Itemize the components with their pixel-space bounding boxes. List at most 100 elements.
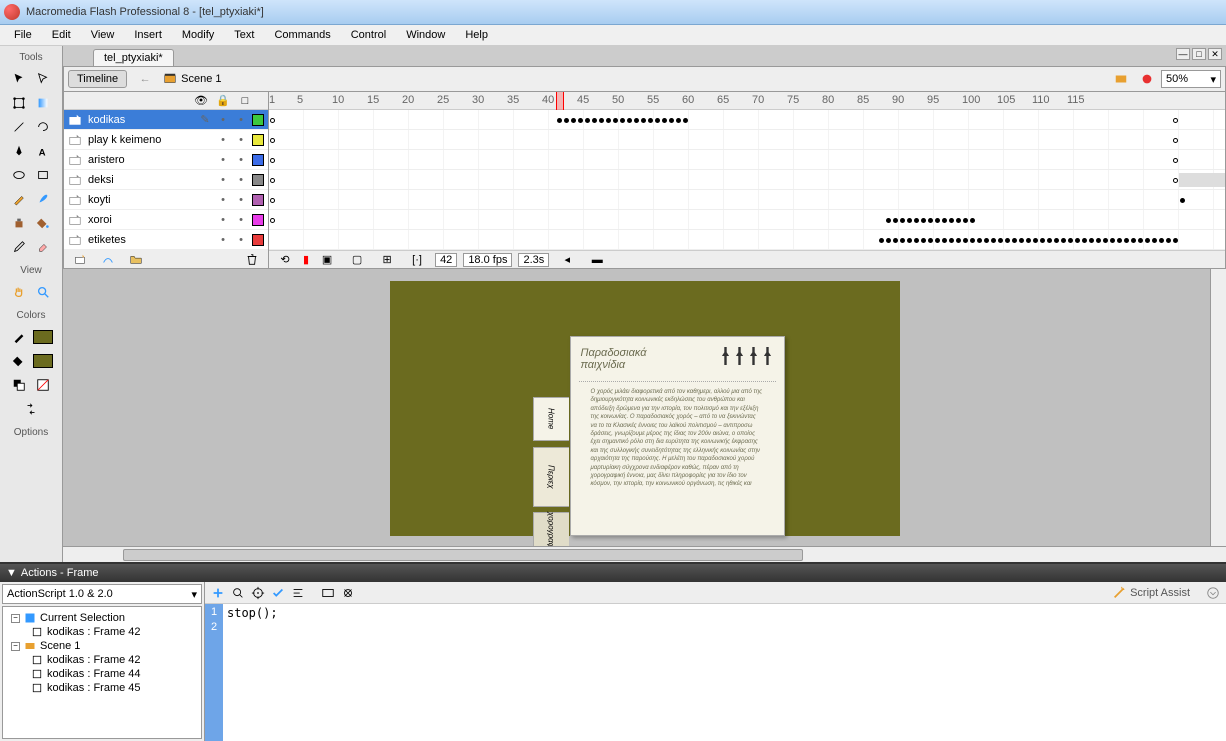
panel-menu-icon[interactable] <box>1204 584 1222 602</box>
tree-item[interactable]: kodikas : Frame 44 <box>47 668 141 680</box>
lock-dot[interactable]: • <box>234 154 248 166</box>
horizontal-scrollbar[interactable] <box>63 546 1226 562</box>
layer-row[interactable]: etiketes • • <box>64 230 268 250</box>
onion-marker-icon[interactable]: ▮ <box>303 253 309 266</box>
frame-row[interactable] <box>269 190 1225 210</box>
layer-color-swatch[interactable] <box>252 214 264 226</box>
menu-view[interactable]: View <box>81 27 125 43</box>
lock-icon[interactable]: 🔒 <box>216 94 230 107</box>
script-tree[interactable]: − Current Selection kodikas : Frame 42 −… <box>2 606 202 739</box>
layer-row[interactable]: koyti • • <box>64 190 268 210</box>
timeline-button[interactable]: Timeline <box>68 70 127 88</box>
visibility-dot[interactable]: • <box>216 134 230 146</box>
menu-file[interactable]: File <box>4 27 42 43</box>
scene-label[interactable]: Scene 1 <box>163 72 221 86</box>
stage-wrapper[interactable]: Home Περιεχ χορογραφίες Παραδοσιακά παιχ… <box>63 269 1226 546</box>
no-color-icon[interactable] <box>32 374 54 396</box>
lock-dot[interactable]: • <box>234 194 248 206</box>
tree-collapse-icon[interactable]: − <box>11 642 20 651</box>
pencil-tool-icon[interactable] <box>8 188 30 210</box>
add-script-icon[interactable] <box>209 584 227 602</box>
lock-dot[interactable]: • <box>234 234 248 246</box>
layer-color-swatch[interactable] <box>252 234 264 246</box>
auto-format-icon[interactable] <box>289 584 307 602</box>
edit-symbols-icon[interactable] <box>1136 68 1158 90</box>
tree-item[interactable]: kodikas : Frame 42 <box>47 654 141 666</box>
menu-help[interactable]: Help <box>455 27 498 43</box>
code-text[interactable]: stop(); <box>223 604 1226 741</box>
ink-bottle-tool-icon[interactable] <box>8 212 30 234</box>
stroke-swatch[interactable] <box>32 326 54 348</box>
fill-swatch[interactable] <box>32 350 54 372</box>
stage[interactable]: Home Περιεχ χορογραφίες Παραδοσιακά παιχ… <box>390 281 900 536</box>
back-arrow-icon[interactable]: ← <box>134 68 156 90</box>
gradient-transform-tool-icon[interactable] <box>32 92 54 114</box>
eraser-tool-icon[interactable] <box>32 236 54 258</box>
debug-options-icon[interactable] <box>339 584 357 602</box>
frame-ruler[interactable]: 1510152025303540455055606570758085909510… <box>269 92 1225 110</box>
actionscript-version-select[interactable]: ActionScript 1.0 & 2.0▾ <box>2 584 202 604</box>
modify-markers-icon[interactable]: [·] <box>406 249 428 269</box>
onion-outline-icon[interactable]: ▢ <box>346 249 368 269</box>
delete-layer-icon[interactable] <box>241 248 263 270</box>
new-folder-icon[interactable] <box>125 248 147 270</box>
selection-tool-icon[interactable] <box>8 68 30 90</box>
maximize-icon[interactable]: □ <box>1192 48 1206 60</box>
frames-column[interactable]: 1510152025303540455055606570758085909510… <box>269 92 1225 268</box>
layer-row[interactable]: play k keimeno • • <box>64 130 268 150</box>
minimize-icon[interactable]: — <box>1176 48 1190 60</box>
code-editor[interactable]: 1 2 stop(); <box>205 604 1226 741</box>
visibility-dot[interactable]: • <box>216 194 230 206</box>
visibility-dot[interactable]: • <box>216 214 230 226</box>
frame-row[interactable] <box>269 130 1225 150</box>
tree-scene[interactable]: Scene 1 <box>40 640 80 652</box>
pen-tool-icon[interactable] <box>8 140 30 162</box>
new-layer-icon[interactable] <box>69 248 91 270</box>
swap-colors-icon[interactable] <box>20 398 42 420</box>
zoom-select[interactable]: 50%▾ <box>1161 70 1221 88</box>
black-white-icon[interactable] <box>8 374 30 396</box>
zoom-tool-icon[interactable] <box>32 281 54 303</box>
layer-row[interactable]: xoroi • • <box>64 210 268 230</box>
collapse-triangle-icon[interactable]: ▼ <box>6 567 17 579</box>
visibility-dot[interactable]: • <box>216 154 230 166</box>
lock-dot[interactable]: • <box>234 214 248 226</box>
page-tab-periex[interactable]: Περιεχ <box>533 447 569 507</box>
page-tab-xorog[interactable]: χορογραφίες <box>533 512 569 546</box>
scroll-thumb-icon[interactable]: ▬ <box>586 249 608 269</box>
oval-tool-icon[interactable] <box>8 164 30 186</box>
text-tool-icon[interactable]: A <box>32 140 54 162</box>
target-path-icon[interactable] <box>249 584 267 602</box>
lasso-tool-icon[interactable] <box>32 116 54 138</box>
scroll-left-icon[interactable]: ◂ <box>556 249 578 269</box>
visibility-dot[interactable]: • <box>216 174 230 186</box>
tree-current-selection[interactable]: Current Selection <box>40 612 125 624</box>
layer-row[interactable]: deksi • • <box>64 170 268 190</box>
tree-collapse-icon[interactable]: − <box>11 614 20 623</box>
edit-multiple-icon[interactable]: ⊞ <box>376 249 398 269</box>
layer-color-swatch[interactable] <box>252 154 264 166</box>
menu-window[interactable]: Window <box>396 27 455 43</box>
frame-row[interactable] <box>269 150 1225 170</box>
page-graphic[interactable]: Home Περιεχ χορογραφίες Παραδοσιακά παιχ… <box>570 336 785 536</box>
lock-dot[interactable]: • <box>234 174 248 186</box>
edit-scene-icon[interactable] <box>1110 68 1132 90</box>
subselection-tool-icon[interactable] <box>32 68 54 90</box>
onion-skin-icon[interactable]: ▣ <box>316 249 338 269</box>
visibility-dot[interactable]: • <box>216 234 230 246</box>
frame-row[interactable] <box>269 170 1225 190</box>
fill-color-icon[interactable] <box>8 350 30 372</box>
menu-control[interactable]: Control <box>341 27 396 43</box>
tree-item[interactable]: kodikas : Frame 45 <box>47 682 141 694</box>
visibility-dot[interactable]: • <box>216 114 230 126</box>
vertical-scrollbar[interactable] <box>1210 269 1226 546</box>
outline-icon[interactable]: □ <box>238 95 252 107</box>
layer-color-swatch[interactable] <box>252 174 264 186</box>
paint-bucket-tool-icon[interactable] <box>32 212 54 234</box>
brush-tool-icon[interactable] <box>32 188 54 210</box>
layer-row[interactable]: aristero • • <box>64 150 268 170</box>
layer-color-swatch[interactable] <box>252 194 264 206</box>
line-tool-icon[interactable] <box>8 116 30 138</box>
check-syntax-icon[interactable] <box>269 584 287 602</box>
free-transform-tool-icon[interactable] <box>8 92 30 114</box>
